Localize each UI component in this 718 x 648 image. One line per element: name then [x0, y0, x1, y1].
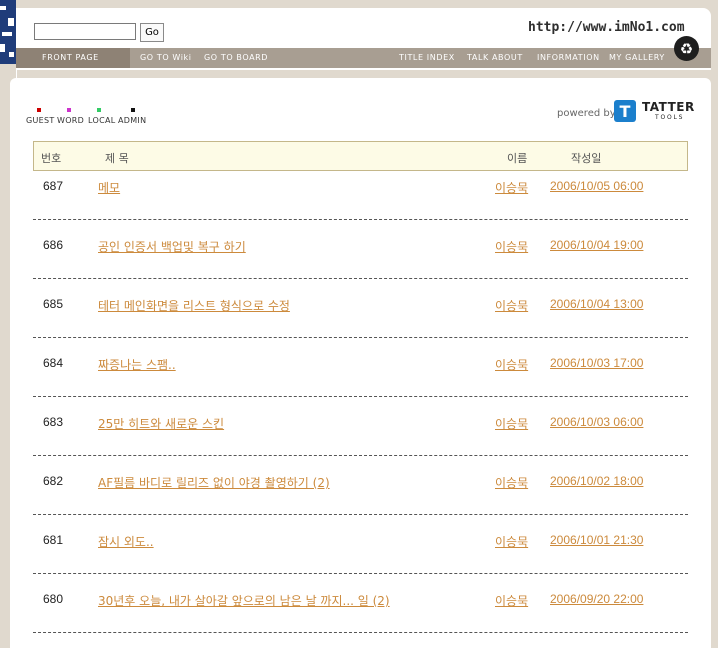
- author-link[interactable]: 이승묵: [495, 356, 528, 373]
- author-link[interactable]: 이승묵: [495, 179, 528, 196]
- date-link[interactable]: 2006/10/05 06:00: [550, 179, 643, 193]
- nav-front-page[interactable]: FRONT PAGE: [42, 53, 99, 62]
- table-row: 680 30년후 오늘, 내가 살아갈 앞으로의 남은 날 까지... 일 (2…: [33, 573, 688, 633]
- powered-by-text: powered by: [557, 108, 616, 119]
- mode-admin[interactable]: ADMIN: [118, 116, 146, 125]
- date-link[interactable]: 2006/10/04 13:00: [550, 297, 643, 311]
- tattertools-logo-icon: T: [614, 100, 636, 122]
- table-row: 684 짜증나는 스팸.. 이승묵 2006/10/03 17:00: [33, 337, 688, 397]
- top-nav: FRONT PAGE GO TO Wiki GO TO BOARD TITLE …: [16, 48, 711, 68]
- post-title-link[interactable]: 메모: [98, 179, 120, 196]
- table-row: 682 AF필름 바디로 릴리즈 없이 야경 촬영하기 (2) 이승묵 2006…: [33, 455, 688, 515]
- post-number: 683: [43, 415, 64, 429]
- post-title-link[interactable]: AF필름 바디로 릴리즈 없이 야경 촬영하기 (2): [98, 474, 330, 491]
- guest-color-swatch: [37, 108, 41, 112]
- post-number: 685: [43, 297, 64, 311]
- table-row: 683 25만 히트와 새로운 스킨 이승묵 2006/10/03 06:00: [33, 396, 688, 456]
- nav-go-to-wiki[interactable]: GO TO Wiki: [140, 53, 192, 62]
- table-row: 686 공인 인증서 백업및 복구 하기 이승묵 2006/10/04 19:0…: [33, 219, 688, 279]
- post-title-link[interactable]: 짜증나는 스팸..: [98, 356, 176, 373]
- post-title-link[interactable]: 테터 메인화면을 리스트 형식으로 수정: [98, 297, 290, 314]
- date-link[interactable]: 2006/10/03 06:00: [550, 415, 643, 429]
- site-url: http://www.imNo1.com: [528, 20, 685, 35]
- post-title-link[interactable]: 30년후 오늘, 내가 살아갈 앞으로의 남은 날 까지... 일 (2): [98, 592, 390, 609]
- admin-color-swatch: [131, 108, 135, 112]
- word-color-swatch: [67, 108, 71, 112]
- table-row: 681 잠시 외도.. 이승묵 2006/10/01 21:30: [33, 514, 688, 574]
- author-link[interactable]: 이승묵: [495, 592, 528, 609]
- author-link[interactable]: 이승묵: [495, 238, 528, 255]
- post-number: 682: [43, 474, 64, 488]
- post-number: 687: [43, 179, 64, 193]
- nav-go-to-board[interactable]: GO TO BOARD: [204, 53, 268, 62]
- local-color-swatch: [97, 108, 101, 112]
- nav-talk-about[interactable]: TALK ABOUT: [467, 53, 523, 62]
- post-title-link[interactable]: 25만 히트와 새로운 스킨: [98, 415, 224, 432]
- post-number: 684: [43, 356, 64, 370]
- mode-guest[interactable]: GUEST: [26, 116, 55, 125]
- nav-title-index[interactable]: TITLE INDEX: [399, 53, 455, 62]
- nav-my-gallery[interactable]: MY GALLERY: [609, 53, 665, 62]
- author-link[interactable]: 이승묵: [495, 533, 528, 550]
- nav-information[interactable]: INFORMATION: [537, 53, 600, 62]
- date-link[interactable]: 2006/10/02 18:00: [550, 474, 643, 488]
- post-number: 681: [43, 533, 64, 547]
- author-link[interactable]: 이승묵: [495, 297, 528, 314]
- post-number: 686: [43, 238, 64, 252]
- table-row: 685 테터 메인화면을 리스트 형식으로 수정 이승묵 2006/10/04 …: [33, 278, 688, 338]
- author-link[interactable]: 이승묵: [495, 415, 528, 432]
- date-link[interactable]: 2006/09/20 22:00: [550, 592, 643, 606]
- recycle-icon[interactable]: ♻: [674, 36, 699, 61]
- date-link[interactable]: 2006/10/04 19:00: [550, 238, 643, 252]
- date-link[interactable]: 2006/10/03 17:00: [550, 356, 643, 370]
- header-panel: Go http://www.imNo1.com FRONT PAGE GO TO…: [16, 8, 711, 70]
- table-row: 687 메모 이승묵 2006/10/05 06:00: [33, 160, 688, 220]
- mode-local[interactable]: LOCAL: [88, 116, 115, 125]
- post-title-link[interactable]: 잠시 외도..: [98, 533, 154, 550]
- tattertools-brand: TATTER: [642, 100, 695, 114]
- author-link[interactable]: 이승묵: [495, 474, 528, 491]
- tattertools-sub: TOOLS: [655, 114, 685, 121]
- content-panel: GUEST WORD LOCAL ADMIN powered by T TATT…: [10, 78, 711, 648]
- pixel-logo: [0, 0, 16, 64]
- search-input[interactable]: [34, 23, 136, 40]
- date-link[interactable]: 2006/10/01 21:30: [550, 533, 643, 547]
- go-button[interactable]: Go: [140, 23, 164, 42]
- mode-word[interactable]: WORD: [57, 116, 84, 125]
- post-number: 680: [43, 592, 64, 606]
- post-title-link[interactable]: 공인 인증서 백업및 복구 하기: [98, 238, 246, 255]
